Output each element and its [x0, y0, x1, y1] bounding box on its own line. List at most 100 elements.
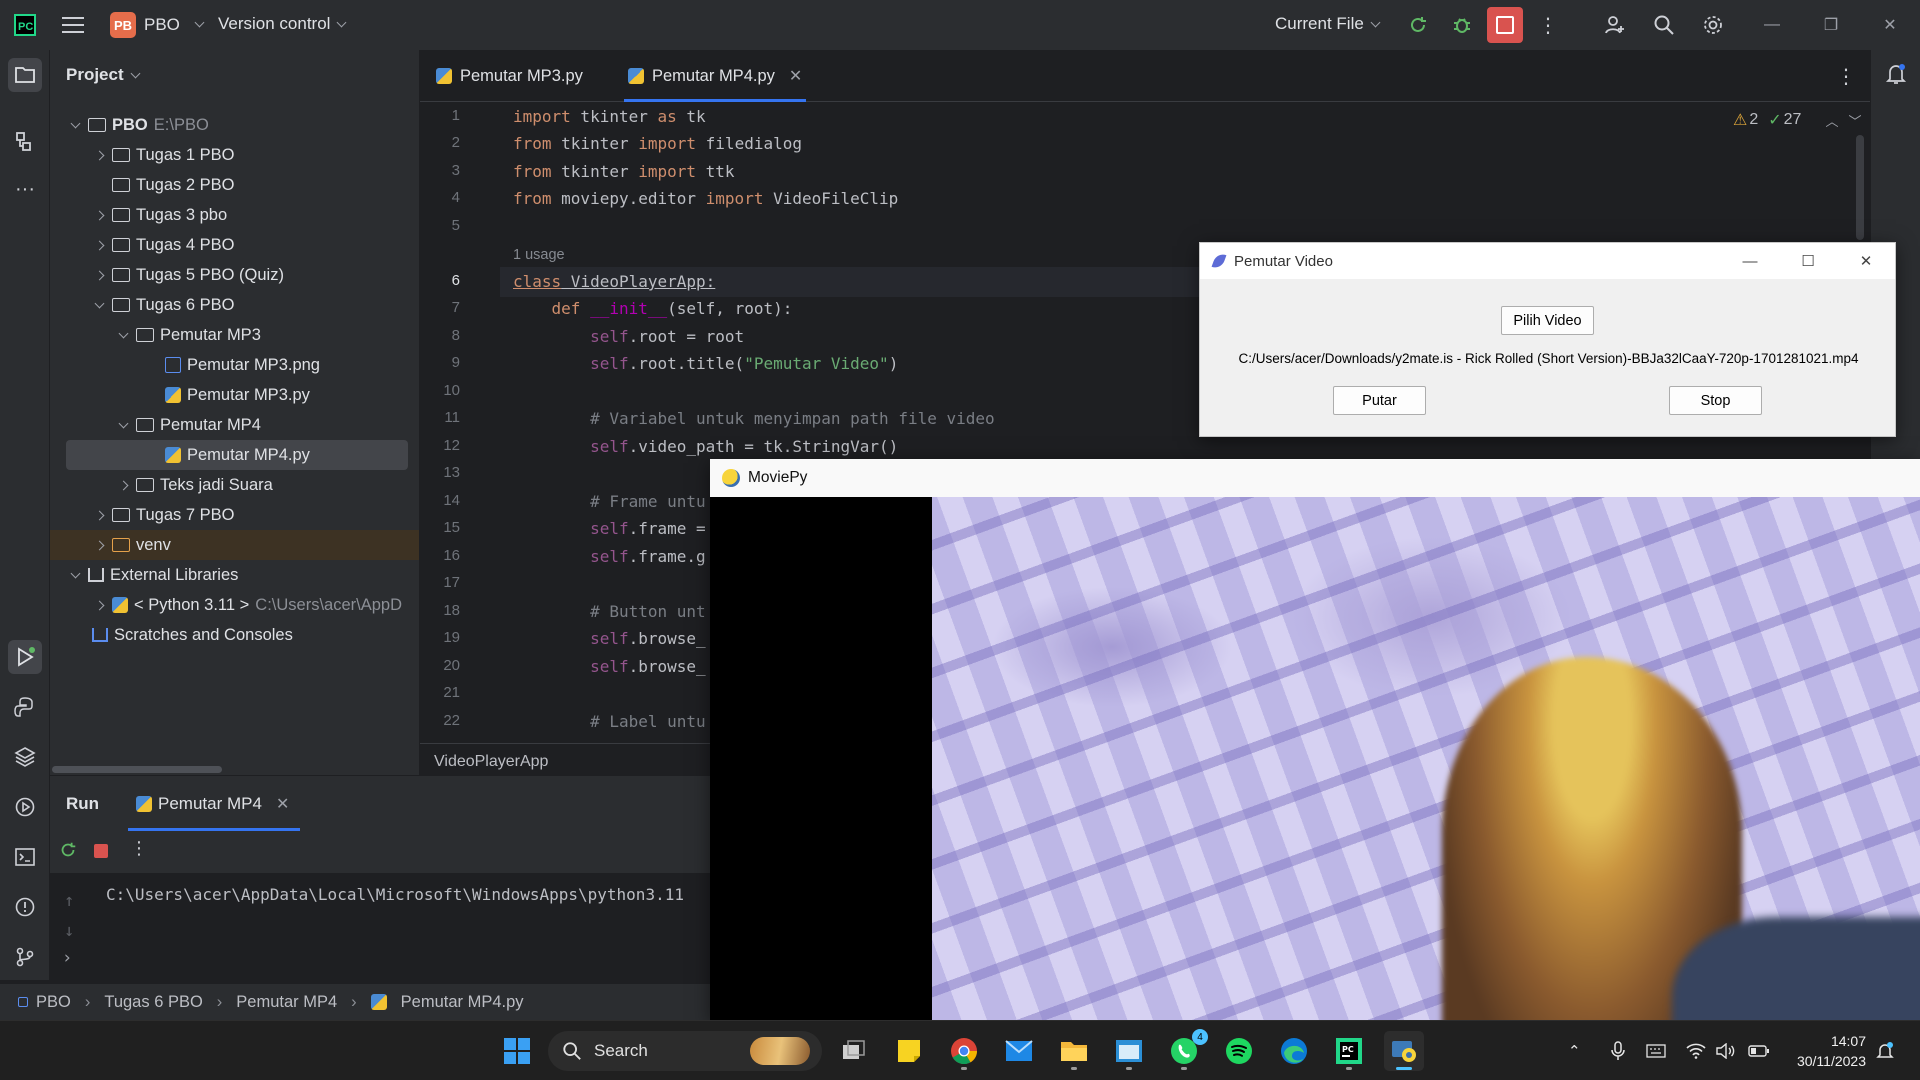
task-view-icon[interactable] [834, 1031, 874, 1071]
more-actions-icon[interactable]: ⋮ [1535, 12, 1561, 38]
file-explorer-icon[interactable] [1054, 1031, 1094, 1071]
notification-center-bell-icon[interactable] [1876, 1021, 1894, 1080]
structure-icon[interactable] [8, 124, 42, 158]
problems-icon[interactable] [8, 890, 42, 924]
chevron-right-icon[interactable] [92, 210, 106, 220]
chevron-right-icon[interactable] [92, 150, 106, 160]
usage-hint[interactable]: 1 usage [513, 247, 565, 269]
tree-item-external-libraries[interactable]: External Libraries [50, 560, 419, 590]
project-tool-folder-icon[interactable] [8, 58, 42, 92]
git-icon[interactable] [8, 940, 42, 974]
taskbar-clock[interactable]: 14:07 30/11/2023 [1786, 1031, 1866, 1071]
chrome-icon[interactable] [944, 1031, 984, 1071]
chevron-right-icon[interactable] [116, 480, 130, 490]
rerun-icon[interactable] [1405, 12, 1431, 38]
chevron-right-icon[interactable] [92, 600, 106, 610]
tree-item-pemutar-mp3-png[interactable]: Pemutar MP3.png [50, 350, 419, 380]
run-options-icon[interactable]: ⋮ [130, 838, 148, 859]
next-highlight-icon[interactable]: ﹀ [1848, 111, 1861, 130]
pycharm-taskbar-icon[interactable]: PC [1329, 1031, 1369, 1071]
tree-item-tugas-2[interactable]: Tugas 2 PBO [50, 170, 419, 200]
chevron-down-icon[interactable] [68, 568, 82, 578]
tree-item-tugas-4[interactable]: Tugas 4 PBO [50, 230, 419, 260]
breadcrumb-class[interactable]: VideoPlayerApp [434, 753, 548, 770]
microphone-icon[interactable] [1610, 1021, 1626, 1080]
tree-item-python-sdk[interactable]: < Python 3.11 > C:\Users\acer\AppD [50, 590, 419, 620]
tree-item-pemutar-mp4[interactable]: Pemutar MP4 [50, 410, 419, 440]
status-crumb-folder[interactable]: Tugas 6 PBO [104, 993, 202, 1012]
chevron-right-icon[interactable] [92, 540, 106, 550]
tree-item-pemutar-mp4-py[interactable]: Pemutar MP4.py [66, 440, 408, 470]
chevron-right-icon[interactable] [92, 510, 106, 520]
pilih-video-button[interactable]: Pilih Video [1501, 306, 1594, 335]
tree-item-pbo-root[interactable]: PBO E:\PBO [50, 110, 419, 140]
tree-item-tugas-6[interactable]: Tugas 6 PBO [50, 290, 419, 320]
tk-title-bar[interactable]: Pemutar Video — ☐ ✕ [1200, 243, 1895, 279]
edge-icon[interactable] [1274, 1031, 1314, 1071]
scroll-down-icon[interactable]: ↓ [64, 921, 74, 941]
chevron-down-icon[interactable] [116, 328, 130, 338]
tk-minimize-button[interactable]: — [1721, 243, 1779, 279]
tab-pemutar-mp4[interactable]: Pemutar MP4.py ✕ [624, 50, 807, 102]
tk-maximize-button[interactable]: ☐ [1779, 243, 1837, 279]
restore-window-button[interactable]: ❐ [1801, 0, 1861, 50]
close-run-tab-icon[interactable]: ✕ [276, 794, 289, 814]
tree-item-pemutar-mp3-py[interactable]: Pemutar MP3.py [50, 380, 419, 410]
tab-options-icon[interactable]: ⋮ [1836, 64, 1856, 89]
status-crumb-file[interactable]: Pemutar MP4.py [401, 993, 524, 1012]
volume-icon[interactable] [1716, 1021, 1736, 1080]
expand-console-icon[interactable]: › [62, 948, 72, 968]
stop-button[interactable] [1487, 7, 1523, 43]
tree-item-venv[interactable]: venv [50, 530, 419, 560]
sticky-notes-icon[interactable] [889, 1031, 929, 1071]
tree-item-tugas-1[interactable]: Tugas 1 PBO [50, 140, 419, 170]
python-console-icon[interactable] [8, 690, 42, 724]
version-control-menu[interactable]: Version control [218, 14, 347, 34]
chevron-right-icon[interactable] [92, 240, 106, 250]
taskbar-search-box[interactable]: Search [548, 1031, 822, 1071]
more-tools-icon[interactable]: ··· [8, 172, 42, 206]
stop-video-button[interactable]: Stop [1669, 386, 1762, 415]
project-switcher[interactable]: PB PBO [110, 12, 205, 38]
python-packages-icon[interactable] [8, 740, 42, 774]
tab-pemutar-mp3[interactable]: Pemutar MP3.py [436, 50, 583, 102]
chevron-down-icon[interactable] [116, 418, 130, 428]
battery-icon[interactable] [1748, 1021, 1770, 1080]
python-taskbar-icon[interactable] [1384, 1031, 1424, 1071]
terminal-icon[interactable] [8, 840, 42, 874]
services-icon[interactable] [8, 790, 42, 824]
moviepy-title-bar[interactable]: MoviePy [710, 459, 1920, 497]
whatsapp-icon[interactable]: 4 [1164, 1029, 1208, 1071]
close-window-button[interactable]: ✕ [1860, 0, 1920, 50]
chevron-down-icon[interactable] [68, 118, 82, 128]
close-tab-icon[interactable]: ✕ [789, 66, 802, 86]
app-window-icon[interactable] [1109, 1031, 1149, 1071]
settings-gear-icon[interactable] [1700, 12, 1726, 38]
show-hidden-icons-chevron-up-icon[interactable]: ⌃ [1568, 1021, 1581, 1080]
run-tool-icon[interactable] [8, 640, 42, 674]
rerun-icon[interactable] [58, 840, 78, 865]
putar-button[interactable]: Putar [1333, 386, 1426, 415]
mail-icon[interactable] [999, 1031, 1039, 1071]
inspection-widget[interactable]: ⚠ 2 ✓ 27 ︿ ﹀ [1733, 110, 1861, 130]
project-panel-header[interactable]: Project [66, 65, 141, 85]
tree-item-teks-jadi-suara[interactable]: Teks jadi Suara [50, 470, 419, 500]
start-button-windows-icon[interactable] [497, 1031, 537, 1071]
editor-vertical-scrollbar[interactable] [1856, 135, 1864, 240]
notifications-bell-icon[interactable] [1885, 62, 1907, 91]
tree-item-tugas-7[interactable]: Tugas 7 PBO [50, 500, 419, 530]
scroll-up-icon[interactable]: ↑ [64, 891, 74, 911]
tree-item-tugas-3[interactable]: Tugas 3 pbo [50, 200, 419, 230]
tree-item-pemutar-mp3[interactable]: Pemutar MP3 [50, 320, 419, 350]
run-configuration-selector[interactable]: Current File [1275, 14, 1381, 34]
status-crumb-project[interactable]: PBO [36, 993, 71, 1012]
project-horizontal-scrollbar[interactable] [52, 766, 222, 773]
chevron-right-icon[interactable] [92, 270, 106, 280]
tree-item-scratches[interactable]: Scratches and Consoles [50, 620, 419, 650]
tree-item-tugas-5[interactable]: Tugas 5 PBO (Quiz) [50, 260, 419, 290]
debug-icon[interactable] [1449, 12, 1475, 38]
minimize-window-button[interactable]: — [1742, 0, 1802, 50]
stop-icon[interactable] [94, 844, 108, 858]
spotify-icon[interactable] [1219, 1031, 1259, 1071]
previous-highlight-icon[interactable]: ︿ [1825, 111, 1838, 130]
